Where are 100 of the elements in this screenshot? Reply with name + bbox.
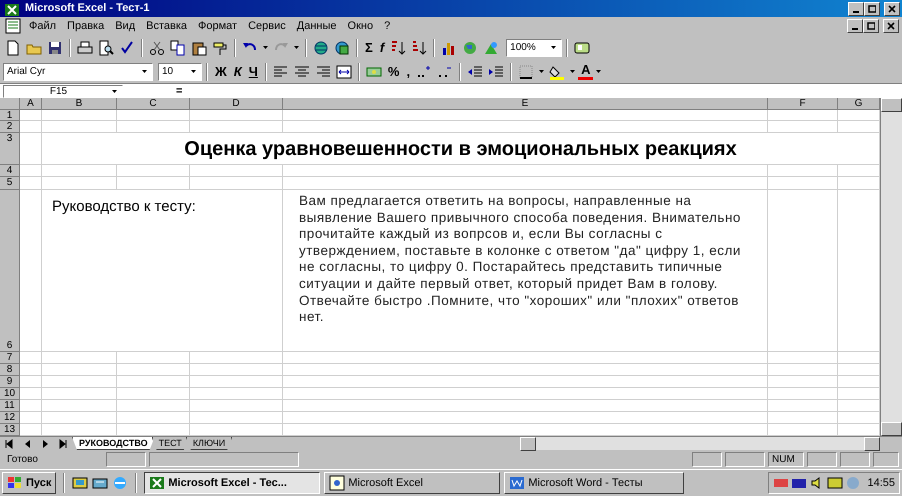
grid-cell[interactable]: [190, 412, 283, 424]
horizontal-scrollbar[interactable]: [520, 437, 880, 450]
grid-cell[interactable]: [42, 400, 117, 412]
grid-cell[interactable]: [283, 177, 768, 190]
column-header[interactable]: C: [117, 98, 190, 110]
autosum-button[interactable]: Σ: [362, 38, 376, 56]
grid-cell[interactable]: [20, 412, 42, 424]
grid-cell[interactable]: [768, 388, 838, 400]
grid-cell[interactable]: [768, 364, 838, 376]
row-header[interactable]: 9: [0, 376, 20, 388]
grid-cell[interactable]: [190, 165, 283, 177]
grid-cell[interactable]: [42, 424, 117, 436]
sheet-tab[interactable]: КЛЮЧИ: [186, 437, 232, 450]
column-header[interactable]: E: [283, 98, 768, 110]
grid-cell[interactable]: [768, 424, 838, 436]
grid-cell[interactable]: [117, 121, 190, 133]
workbook-icon[interactable]: [5, 18, 21, 34]
caret-icon[interactable]: [263, 46, 268, 49]
bold-button[interactable]: Ж: [212, 62, 230, 80]
grid-cell[interactable]: [42, 121, 117, 133]
grid-cell[interactable]: [838, 388, 880, 400]
row-header[interactable]: 13: [0, 424, 20, 436]
vertical-scrollbar[interactable]: [880, 98, 902, 436]
grid-cell[interactable]: [768, 165, 838, 177]
grid-cell[interactable]: [838, 424, 880, 436]
grid-cell[interactable]: [190, 400, 283, 412]
indent-icon[interactable]: [488, 64, 504, 80]
grid-cell[interactable]: [190, 352, 283, 364]
grid-cell[interactable]: [768, 412, 838, 424]
grid-cell[interactable]: [42, 376, 117, 388]
grid-cell[interactable]: [283, 110, 768, 121]
caret-icon[interactable]: [570, 70, 576, 73]
row-header[interactable]: 1: [0, 110, 20, 121]
column-header[interactable]: A: [20, 98, 42, 110]
italic-button[interactable]: К: [230, 62, 245, 80]
font-color-button[interactable]: A: [578, 63, 594, 80]
caret-icon[interactable]: [596, 70, 602, 73]
grid-cell[interactable]: [838, 364, 880, 376]
fill-color-icon[interactable]: [549, 64, 566, 80]
row-header[interactable]: 10: [0, 388, 20, 400]
font-size-field[interactable]: 10: [158, 62, 202, 80]
grid-cell[interactable]: [768, 190, 838, 352]
minimize-button[interactable]: [848, 2, 864, 16]
align-left-icon[interactable]: [272, 64, 289, 80]
menu-item[interactable]: Формат: [193, 18, 242, 34]
brush-icon[interactable]: [212, 40, 228, 56]
grid-cell[interactable]: [190, 177, 283, 190]
grid-cell[interactable]: [20, 388, 42, 400]
grid-cell[interactable]: [190, 121, 283, 133]
grid-cell[interactable]: [283, 424, 768, 436]
grid-cell[interactable]: [283, 121, 768, 133]
menu-item[interactable]: Сервис: [243, 18, 291, 34]
row-header[interactable]: 5: [0, 177, 20, 190]
grid-cell[interactable]: [838, 121, 880, 133]
copy-icon[interactable]: [170, 40, 186, 56]
grid-cell[interactable]: [283, 376, 768, 388]
merge-cells-icon[interactable]: [336, 64, 352, 80]
grid-cell[interactable]: [20, 165, 42, 177]
maximize-button[interactable]: [863, 19, 879, 33]
grid-cell[interactable]: [838, 110, 880, 121]
grid-cell[interactable]: [190, 376, 283, 388]
caret-icon[interactable]: [539, 70, 544, 73]
grid-cell[interactable]: [20, 352, 42, 364]
spelling-icon[interactable]: [119, 40, 135, 56]
comma-button[interactable]: ,: [403, 62, 414, 80]
sort-ascending-icon[interactable]: [390, 40, 406, 56]
grid-cell[interactable]: [117, 376, 190, 388]
equals-button[interactable]: =: [172, 82, 186, 100]
menu-item[interactable]: Вставка: [141, 18, 192, 34]
caret-icon[interactable]: [294, 46, 299, 49]
grid-cell[interactable]: [42, 165, 117, 177]
grid-cell[interactable]: [190, 424, 283, 436]
column-header[interactable]: G: [838, 98, 880, 110]
grid-cell[interactable]: [20, 133, 42, 165]
row-header[interactable]: 2: [0, 121, 20, 133]
close-button[interactable]: [883, 19, 899, 33]
column-header[interactable]: F: [768, 98, 838, 110]
paste-icon[interactable]: [191, 40, 207, 56]
grid-cell[interactable]: [117, 165, 190, 177]
map-icon[interactable]: [462, 40, 478, 56]
caret-icon[interactable]: [191, 70, 196, 73]
underline-button[interactable]: Ч: [246, 62, 261, 80]
grid-cell[interactable]: [190, 110, 283, 121]
menu-item[interactable]: Вид: [110, 18, 140, 34]
grid-cell[interactable]: [117, 400, 190, 412]
grid-cell[interactable]: [283, 165, 768, 177]
grid-cell[interactable]: [117, 388, 190, 400]
menu-item[interactable]: Правка: [62, 18, 110, 34]
caret-icon[interactable]: [551, 46, 556, 49]
name-box[interactable]: F15: [3, 84, 123, 98]
function-button[interactable]: f: [376, 38, 388, 56]
increase-decimal-icon[interactable]: [416, 64, 432, 80]
close-button[interactable]: [884, 2, 900, 16]
grid-cell[interactable]: [42, 110, 117, 121]
align-center-icon[interactable]: [294, 64, 310, 80]
new-document-icon[interactable]: [5, 40, 21, 56]
grid-cell[interactable]: [20, 400, 42, 412]
caret-icon[interactable]: [142, 70, 147, 73]
globe-icon[interactable]: [313, 40, 329, 56]
grid-cell[interactable]: [283, 352, 768, 364]
